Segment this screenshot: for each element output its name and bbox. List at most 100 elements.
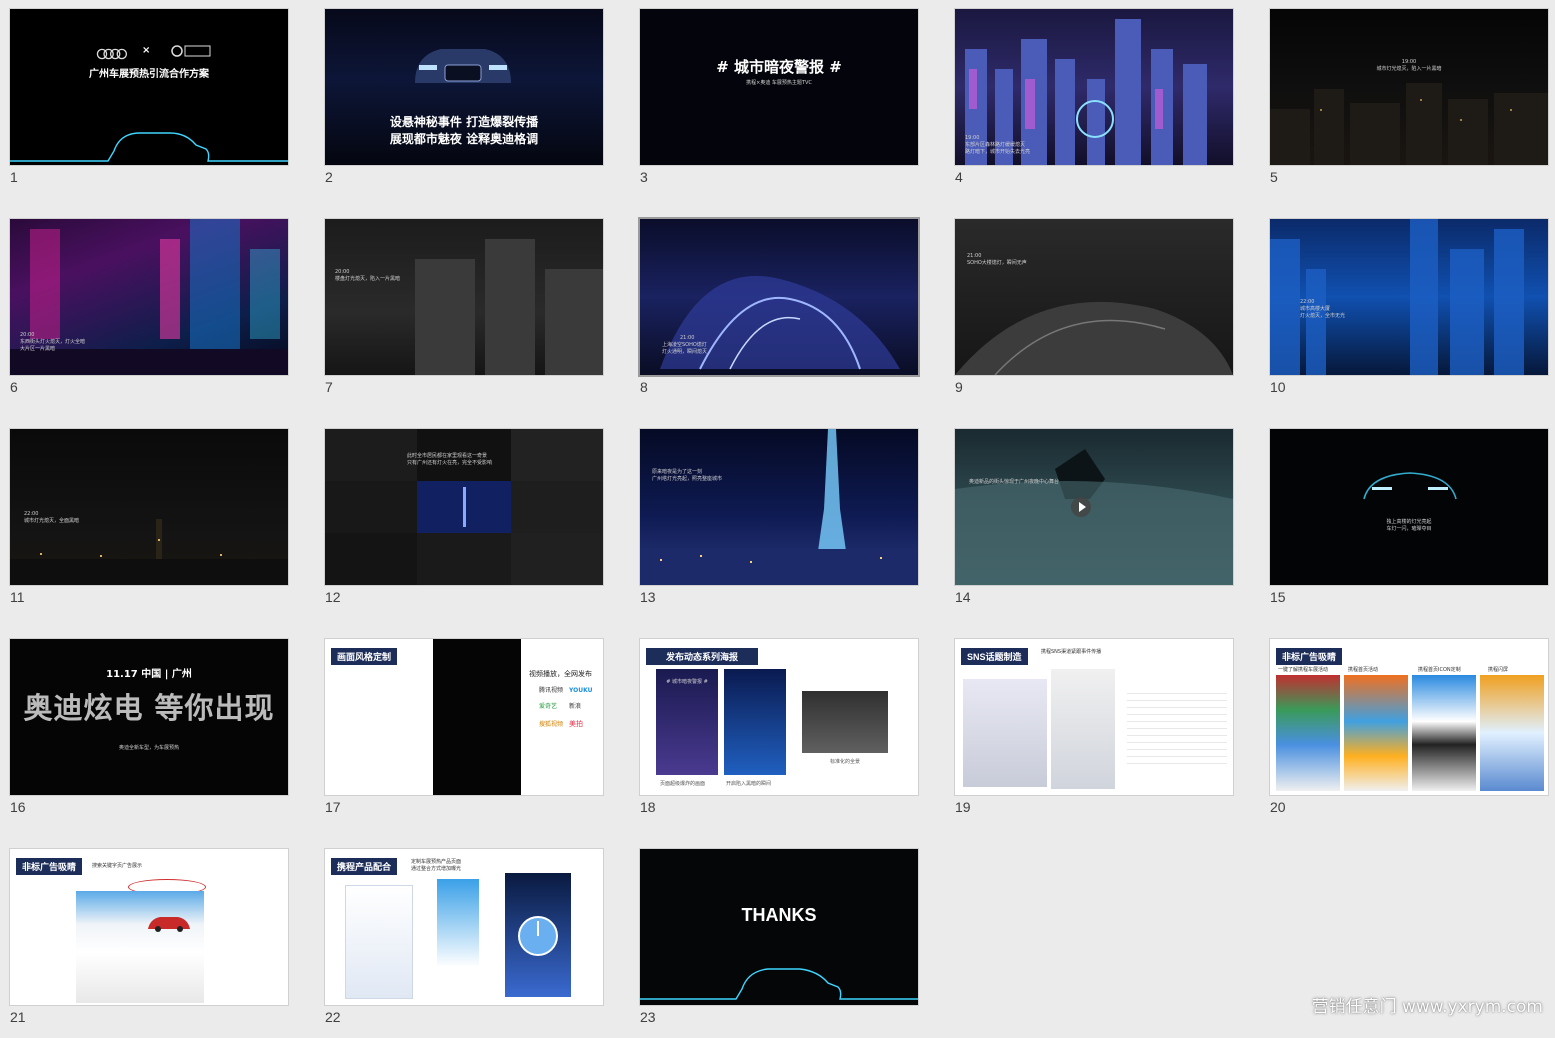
slide-cell[interactable]: 22:00 城市灯光熄灭，全面黑暗 11	[9, 428, 289, 618]
slide-time: 20:00	[20, 332, 35, 338]
slide-caption-2: 灯火通明，瞬间熄灭	[662, 349, 708, 355]
slide-cell[interactable]: 11.17 中国 | 广州 奥迪炫电 等你出现 奥迪全新车型，为车展预热 16	[9, 638, 289, 828]
slide-cell[interactable]: 设悬神秘事件 打造爆裂传播 展现都市魅夜 诠释奥迪格调 2	[324, 8, 604, 198]
slide-thumbnail-23[interactable]: THANKS	[639, 848, 919, 1006]
slide-cell[interactable]: 22:00 城市高楼大厦 灯火熄灭，全市无光 10	[1269, 218, 1549, 408]
slide-cell[interactable]: 独上高楼的灯光亮起 车灯一闪，璀璨夺目 15	[1269, 428, 1549, 618]
slide-number: 23	[640, 1009, 656, 1025]
slide-thumbnail-18[interactable]: 发布动态系列海报 # 城市暗夜警报 # 页面超级爆炸的画面 开启陷入黑暗的瞬间 …	[639, 638, 919, 796]
slide-caption: 独上高楼的灯光亮起	[1386, 519, 1432, 525]
poster-title: # 城市暗夜警报 #	[666, 679, 708, 685]
ctrip-logo-icon	[170, 43, 212, 59]
slide-time: 19:00	[1401, 59, 1417, 65]
slide-thumbnail-17[interactable]: 画面风格定制 视频播放，全网发布 腾讯视频 YOUKU 爱奇艺 新浪 美拍 搜狐…	[324, 638, 604, 796]
slide-time: 22:00	[1300, 299, 1315, 305]
slide-caption: SOHO大楼熄灯，瞬间无声	[967, 260, 1027, 266]
slide-number: 8	[640, 379, 648, 395]
slide-thumbnail-21[interactable]: 非标广告吸睛 搜索关键字页广告展示	[9, 848, 289, 1006]
slide-subtitle: 携程×奥迪 车展预热主题TVC	[746, 80, 812, 86]
slide-cell[interactable]: 奥迪新品的街头惊现于广州夜晚中心舞台 14	[954, 428, 1234, 618]
logo-sohu-video: 搜狐视频	[539, 721, 564, 728]
slide-thumbnail-15[interactable]: 独上高楼的灯光亮起 车灯一闪，璀璨夺目	[1269, 428, 1549, 586]
slide-number: 11	[10, 589, 25, 605]
slide-thumbnail-20[interactable]: 非标广告吸睛 一键了解携程车展活动 携程首页活动 携程首页ICON定制 携程闪屏	[1269, 638, 1549, 796]
sns-screenshot-1	[963, 679, 1047, 787]
slide-cell[interactable]: SNS话题制造 携程SNS渠道紧跟事件传播 19	[954, 638, 1234, 828]
poster-caption-1: 页面超级爆炸的画面	[660, 781, 706, 787]
slide-tag: 携程产品配合	[331, 858, 398, 875]
times-mark: ×	[142, 45, 151, 56]
video-play-icon[interactable]	[1071, 497, 1091, 517]
slide-thumbnail-10[interactable]: 22:00 城市高楼大厦 灯火熄灭，全市无光	[1269, 218, 1549, 376]
canton-tower-image	[640, 429, 918, 585]
slide-cell[interactable]: 非标广告吸睛 搜索关键字页广告展示 21	[9, 848, 289, 1038]
poster-caption-2: 开启陷入黑暗的瞬间	[726, 781, 772, 787]
poster-caption-3: 标准化的全景	[830, 759, 861, 765]
ad-screenshot-4	[1480, 675, 1544, 791]
slide-cell[interactable]: × 广州车展预热引流合作方案 1	[9, 8, 289, 198]
slide-thumbnail-1[interactable]: × 广州车展预热引流合作方案	[9, 8, 289, 166]
slide-thumbnail-8[interactable]: 21:00 上海凌空SOHO熄灯 灯火通明，瞬间熄灭	[638, 217, 920, 377]
slide-thumbnail-5[interactable]: 19:00 城市灯光熄灭，陷入一片黑暗	[1269, 8, 1549, 166]
slide-thumbnail-9[interactable]: 21:00 SOHO大楼熄灯，瞬间无声	[954, 218, 1234, 376]
slide-date: 11.17 中国 | 广州	[106, 669, 192, 680]
slide-number: 22	[325, 1009, 341, 1025]
slide-caption: 此时全市居民都在家里观看这一奇景	[407, 453, 488, 459]
slide-thumbnail-6[interactable]: 20:00 东西街头灯火熄灭，灯火全暗 大片区一片黑暗	[9, 218, 289, 376]
slide-caption: 东部片区森林路灯缓缓熄灭	[965, 142, 1026, 148]
slide-caption: 奥迪新品的街头惊现于广州夜晚中心舞台	[969, 479, 1060, 485]
slide-thumbnail-16[interactable]: 11.17 中国 | 广州 奥迪炫电 等你出现 奥迪全新车型，为车展预热	[9, 638, 289, 796]
slide-number: 6	[10, 379, 18, 395]
slide-tag: 非标广告吸睛	[16, 858, 83, 875]
blue-city-image	[1270, 219, 1548, 375]
logo-youku: YOUKU	[569, 687, 593, 694]
slide-tag: 画面风格定制	[331, 648, 398, 665]
slide-cell[interactable]: 发布动态系列海报 # 城市暗夜警报 # 页面超级爆炸的画面 开启陷入黑暗的瞬间 …	[639, 638, 919, 828]
slide-sorter-grid: × 广州车展预热引流合作方案 1 设悬神秘事件 打造爆裂传播 展现都市魅夜 诠释…	[0, 0, 1555, 1025]
slide-thumbnail-3[interactable]: # 城市暗夜警报 # 携程×奥迪 车展预热主题TVC	[639, 8, 919, 166]
column-label-1: 一键了解携程车展活动	[1278, 667, 1329, 673]
slide-cell[interactable]: 19:00 城市灯光熄灭，陷入一片黑暗 5	[1269, 8, 1549, 198]
slide-number: 15	[1270, 589, 1286, 605]
slide-thumbnail-22[interactable]: 携程产品配合 定制车展预热产品页面 通过整合方式增加曝光	[324, 848, 604, 1006]
slide-number: 19	[955, 799, 971, 815]
red-car-image	[146, 911, 192, 933]
slide-thumbnail-19[interactable]: SNS话题制造 携程SNS渠道紧跟事件传播	[954, 638, 1234, 796]
slide-caption: 奥迪全新车型，为车展预热	[118, 745, 179, 751]
slide-header-text: 搜索关键字页广告展示	[92, 863, 143, 869]
slide-cell[interactable]: 20:00 楼盘灯光熄灭，陷入一片黑暗 7	[324, 218, 604, 408]
slide-caption: 城市灯光熄灭，陷入一片黑暗	[1376, 66, 1442, 72]
slide-cell[interactable]: THANKS 23	[639, 848, 919, 1038]
column-label-4: 携程闪屏	[1488, 667, 1509, 673]
slide-caption-2: 车灯一闪，璀璨夺目	[1386, 526, 1432, 532]
slide-cell[interactable]: 画面风格定制 视频播放，全网发布 腾讯视频 YOUKU 爱奇艺 新浪 美拍 搜狐…	[324, 638, 604, 828]
slide-cell[interactable]: 21:00 SOHO大楼熄灯，瞬间无声 9	[954, 218, 1234, 408]
slide-number: 13	[640, 589, 656, 605]
slide-thumbnail-2[interactable]: 设悬神秘事件 打造爆裂传播 展现都市魅夜 诠释奥迪格调	[324, 8, 604, 166]
slide-cell[interactable]: 原来暗夜是为了这一刻 广州塔灯光亮起，照亮整座城市 13	[639, 428, 919, 618]
slide-thumbnail-7[interactable]: 20:00 楼盘灯光熄灭，陷入一片黑暗	[324, 218, 604, 376]
column-label-2: 携程首页活动	[1348, 667, 1379, 673]
slide-thumbnail-4[interactable]: 19:00 东部片区森林路灯缓缓熄灭 路灯暗下，城市开始失去光亮	[954, 8, 1234, 166]
slide-cell[interactable]: # 城市暗夜警报 # 携程×奥迪 车展预热主题TVC 3	[639, 8, 919, 198]
slide-number: 3	[640, 169, 648, 185]
slide-number: 1	[10, 169, 18, 185]
skater-image	[955, 429, 1233, 585]
slide-cell[interactable]: 此时全市居民都在家里观看这一奇景 只有广州还有灯火在亮，完全不受影响 12	[324, 428, 604, 618]
slide-cell[interactable]: 20:00 东西街头灯火熄灭，灯火全暗 大片区一片黑暗 6	[9, 218, 289, 408]
slide-cell[interactable]: 19:00 东部片区森林路灯缓缓熄灭 路灯暗下，城市开始失去光亮 4	[954, 8, 1234, 198]
slide-thumbnail-13[interactable]: 原来暗夜是为了这一刻 广州塔灯光亮起，照亮整座城市	[639, 428, 919, 586]
gauge-icon	[517, 915, 559, 957]
slide-time: 20:00	[335, 269, 350, 275]
slide-cell[interactable]: 非标广告吸睛 一键了解携程车展活动 携程首页活动 携程首页ICON定制 携程闪屏…	[1269, 638, 1549, 828]
slide-header-text: 携程SNS渠道紧跟事件传播	[1041, 649, 1102, 655]
audi-logo-icon	[96, 45, 128, 60]
slide-caption-2: 只有广州还有灯火在亮，完全不受影响	[407, 460, 493, 466]
slide-cell[interactable]: 21:00 上海凌空SOHO熄灯 灯火通明，瞬间熄灭 8	[638, 217, 920, 408]
slide-caption-2: 广州塔灯光亮起，照亮整座城市	[652, 476, 723, 482]
logo-sina: 新浪	[569, 703, 582, 710]
slide-thumbnail-12[interactable]: 此时全市居民都在家里观看这一奇景 只有广州还有灯火在亮，完全不受影响	[324, 428, 604, 586]
slide-thumbnail-14[interactable]: 奥迪新品的街头惊现于广州夜晚中心舞台	[954, 428, 1234, 586]
slide-thumbnail-11[interactable]: 22:00 城市灯光熄灭，全面黑暗	[9, 428, 289, 586]
slide-cell[interactable]: 携程产品配合 定制车展预热产品页面 通过整合方式增加曝光 22	[324, 848, 604, 1038]
